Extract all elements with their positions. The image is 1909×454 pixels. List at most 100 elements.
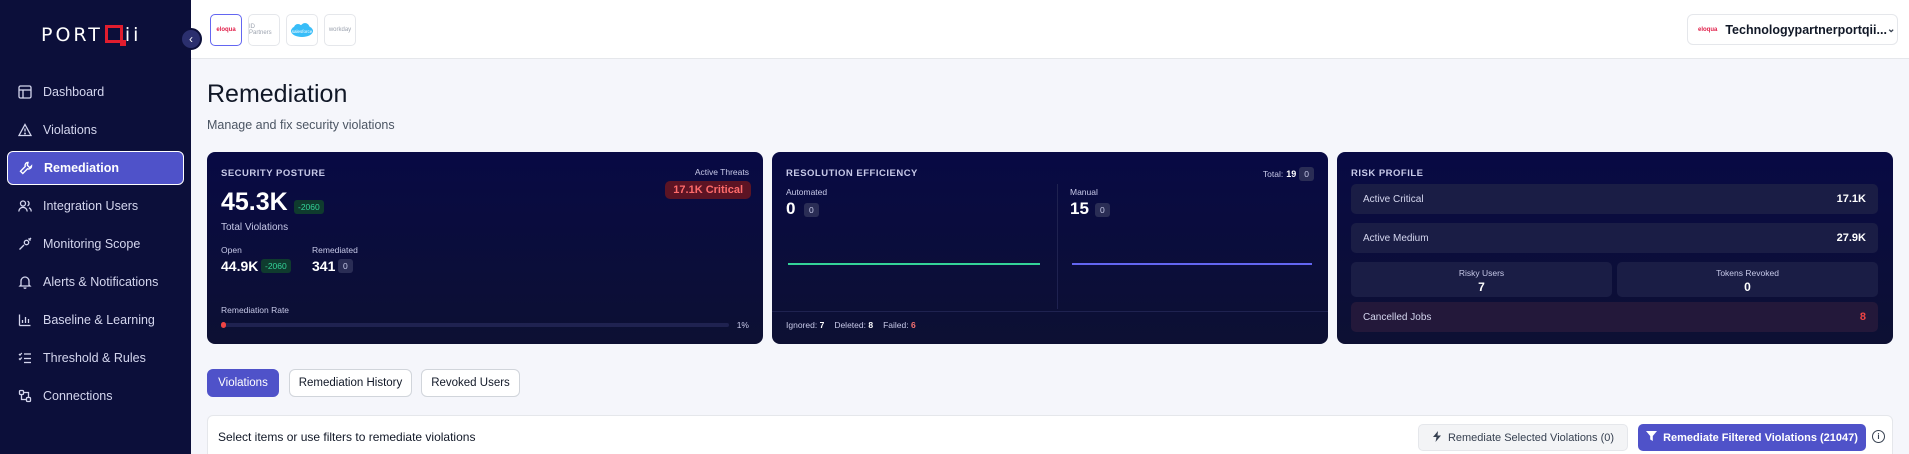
card-title: RISK PROFILE bbox=[1351, 168, 1424, 179]
risky-users-box: Risky Users 7 bbox=[1351, 262, 1612, 297]
app-logo-eloqua[interactable]: eloqua bbox=[210, 14, 242, 46]
total-resolutions: Total: 19 0 bbox=[1263, 167, 1314, 181]
info-icon[interactable]: i bbox=[1872, 430, 1885, 443]
sidebar-item-label: Integration Users bbox=[43, 199, 139, 213]
active-critical-row: Active Critical 17.1K bbox=[1351, 184, 1878, 214]
sidebar-item-remediation[interactable]: Remediation bbox=[7, 151, 184, 185]
total-delta: 0 bbox=[1299, 167, 1314, 181]
open-delta: -2060 bbox=[261, 259, 291, 273]
sidebar-item-label: Baseline & Learning bbox=[43, 313, 155, 327]
active-threats-badge: 17.1K Critical bbox=[665, 181, 751, 199]
bell-icon bbox=[17, 274, 33, 290]
tab-remediation-history[interactable]: Remediation History bbox=[289, 369, 412, 397]
chevron-down-icon: ⌄ bbox=[1886, 24, 1896, 35]
sidebar-item-label: Alerts & Notifications bbox=[43, 275, 159, 289]
remediate-filtered-button[interactable]: Remediate Filtered Violations (21047) bbox=[1638, 424, 1866, 451]
tenant-logo: eloqua bbox=[1698, 26, 1718, 33]
lightning-icon bbox=[1432, 430, 1442, 445]
manual-delta: 0 bbox=[1095, 203, 1110, 217]
automated-trend-line bbox=[788, 263, 1040, 265]
scope-icon bbox=[17, 236, 33, 252]
portqii-logo[interactable]: PORT ii bbox=[41, 24, 141, 46]
open-value: 44.9K bbox=[221, 258, 259, 274]
tokens-revoked-box: Tokens Revoked 0 bbox=[1617, 262, 1878, 297]
sidebar-item-label: Threshold & Rules bbox=[43, 351, 146, 365]
plug-icon bbox=[17, 388, 33, 404]
column-divider bbox=[1057, 184, 1058, 309]
tab-violations[interactable]: Violations bbox=[207, 369, 279, 397]
card-title: SECURITY POSTURE bbox=[221, 168, 326, 179]
app-logo-salesforce[interactable]: salesforce bbox=[286, 14, 318, 46]
sidebar-item-dashboard[interactable]: Dashboard bbox=[7, 75, 184, 109]
sidebar-item-connections[interactable]: Connections bbox=[7, 379, 184, 413]
logo-q-mark bbox=[104, 25, 126, 46]
sidebar-item-label: Dashboard bbox=[43, 85, 105, 99]
security-posture-card: SECURITY POSTURE 45.3K -2060 Total Viola… bbox=[207, 152, 763, 344]
list-icon bbox=[17, 350, 33, 366]
page-subtitle: Manage and fix security violations bbox=[207, 118, 395, 132]
salesforce-cloud-icon: salesforce bbox=[291, 23, 313, 37]
failed-value: 6 bbox=[910, 320, 916, 330]
footer-divider bbox=[772, 311, 1328, 312]
cancelled-jobs-row: Cancelled Jobs 8 bbox=[1351, 302, 1878, 332]
app-logo-id-partners[interactable]: ID Partners bbox=[248, 14, 280, 46]
card-title: RESOLUTION EFFICIENCY bbox=[786, 168, 918, 179]
total-violations-delta: -2060 bbox=[294, 200, 324, 214]
resolution-efficiency-card: RESOLUTION EFFICIENCY Total: 19 0 Automa… bbox=[772, 152, 1328, 344]
remediation-rate-fill bbox=[221, 322, 227, 328]
page-title: Remediation bbox=[207, 80, 348, 108]
deleted-value: 8 bbox=[868, 320, 874, 330]
resolution-footer: Ignored: 7 Deleted: 8 Failed: 6 bbox=[786, 320, 916, 330]
manual-value: 15 bbox=[1070, 199, 1089, 218]
ignored-value: 7 bbox=[819, 320, 825, 330]
automated-label: Automated bbox=[786, 187, 828, 197]
remediation-action-bar: Select items or use filters to remediate… bbox=[207, 415, 1893, 454]
tenant-selector[interactable]: eloqua Technologypartnerportqii... ⌄ bbox=[1687, 14, 1898, 45]
open-label: Open bbox=[221, 245, 242, 255]
sidebar-item-label: Violations bbox=[43, 123, 97, 137]
tenant-name: Technologypartnerportqii... bbox=[1725, 22, 1887, 37]
users-icon bbox=[17, 198, 33, 214]
tokens-revoked-value: 0 bbox=[1744, 280, 1751, 294]
sidebar-item-violations[interactable]: Violations bbox=[7, 113, 184, 147]
remediate-selected-button[interactable]: Remediate Selected Violations (0) bbox=[1418, 424, 1628, 451]
automated-value: 0 bbox=[786, 199, 796, 218]
tab-revoked-users[interactable]: Revoked Users bbox=[421, 369, 520, 397]
sidebar-nav: Dashboard Violations Remediation Integra… bbox=[7, 75, 184, 417]
svg-text:salesforce: salesforce bbox=[292, 29, 313, 34]
sidebar: PORT ii Dashboard Violations Remediation … bbox=[0, 0, 191, 454]
active-threats-label: Active Threats bbox=[694, 167, 749, 177]
logo-text-right: ii bbox=[124, 24, 142, 46]
remediated-label: Remediated bbox=[312, 245, 358, 255]
remediated-delta: 0 bbox=[338, 259, 353, 273]
collapse-sidebar-button[interactable]: ‹ bbox=[180, 28, 202, 50]
active-medium-row: Active Medium 27.9K bbox=[1351, 223, 1878, 253]
chevron-left-icon: ‹ bbox=[189, 32, 193, 46]
sidebar-item-integration-users[interactable]: Integration Users bbox=[7, 189, 184, 223]
sidebar-item-alerts-notifications[interactable]: Alerts & Notifications bbox=[7, 265, 184, 299]
active-medium-value: 27.9K bbox=[1836, 232, 1866, 244]
sidebar-item-monitoring-scope[interactable]: Monitoring Scope bbox=[7, 227, 184, 261]
sidebar-item-baseline-learning[interactable]: Baseline & Learning bbox=[7, 303, 184, 337]
sidebar-item-label: Monitoring Scope bbox=[43, 237, 141, 251]
sidebar-item-threshold-rules[interactable]: Threshold & Rules bbox=[7, 341, 184, 375]
active-critical-value: 17.1K bbox=[1836, 193, 1866, 205]
risk-profile-card: RISK PROFILE Active Critical 17.1K Activ… bbox=[1337, 152, 1893, 344]
wrench-icon bbox=[18, 160, 34, 176]
logo-text-left: PORT bbox=[41, 24, 103, 46]
sidebar-item-label: Connections bbox=[43, 389, 113, 403]
total-violations-value: 45.3K bbox=[221, 188, 288, 216]
manual-label: Manual bbox=[1070, 187, 1098, 197]
top-bar: eloqua ID Partners salesforce workday el… bbox=[191, 0, 1909, 59]
cancelled-jobs-value: 8 bbox=[1859, 311, 1866, 323]
automated-delta: 0 bbox=[804, 203, 819, 217]
warning-icon bbox=[17, 122, 33, 138]
action-hint: Select items or use filters to remediate… bbox=[218, 430, 476, 444]
chart-icon bbox=[17, 312, 33, 328]
total-violations-label: Total Violations bbox=[221, 222, 289, 233]
filter-icon bbox=[1646, 431, 1658, 444]
remediation-rate-value: 1% bbox=[736, 320, 749, 330]
manual-trend-line bbox=[1072, 263, 1312, 265]
remediated-value: 341 bbox=[312, 258, 336, 274]
app-logo-workday[interactable]: workday bbox=[324, 14, 356, 46]
